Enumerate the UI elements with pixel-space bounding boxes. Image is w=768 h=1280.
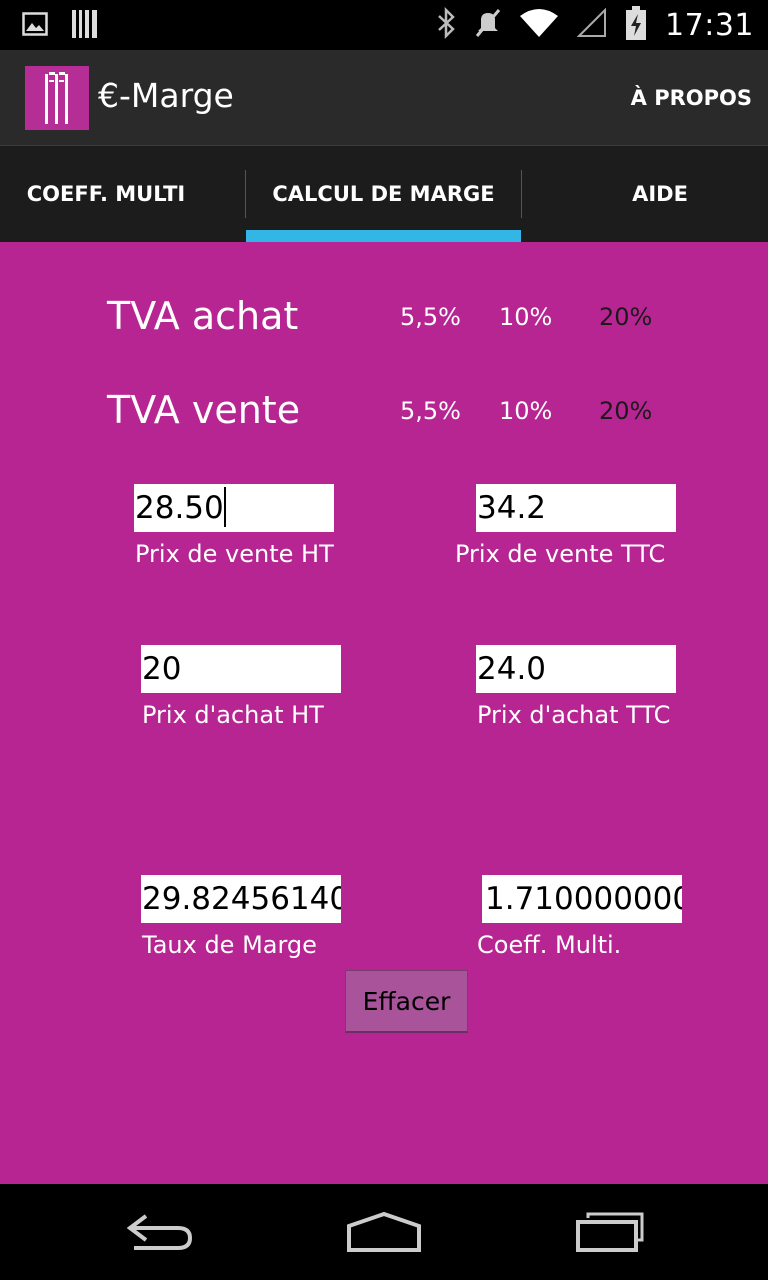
prix-achat-ht-label: Prix d'achat HT [142,701,324,729]
prix-vente-ht-label: Prix de vente HT [135,540,334,568]
recent-apps-icon[interactable] [574,1210,646,1259]
screen: 17:31 €-Marge À PROPOS COEFF. MULTI CALC… [0,0,768,1280]
image-notification-icon [22,12,48,41]
home-icon[interactable] [346,1210,422,1259]
app-title: €-Marge [98,76,234,115]
taux-de-marge-input[interactable]: 29.82456140 [141,875,341,923]
tva-vente-label: TVA vente [107,388,301,432]
prix-achat-ttc-label: Prix d'achat TTC [477,701,671,729]
tva-achat-rate-20[interactable]: 20% [599,303,652,331]
prix-vente-ht-input[interactable]: 28.50 [134,484,334,532]
prix-vente-ht-value: 28.50 [135,490,224,526]
selected-tab-indicator [246,230,521,242]
status-bar: 17:31 [0,0,768,50]
coeff-multi-input[interactable]: 1.710000000 [482,875,682,923]
prix-vente-ttc-label: Prix de vente TTC [455,540,666,568]
tva-vente-rate-5-5[interactable]: 5,5% [400,397,461,425]
clock: 17:31 [665,7,754,43]
tab-aide[interactable]: AIDE [555,146,765,242]
tva-achat-rate-5-5[interactable]: 5,5% [400,303,461,331]
tab-coeff-multi[interactable]: COEFF. MULTI [0,146,212,242]
tva-achat-label: TVA achat [107,294,299,338]
tab-bar: COEFF. MULTI CALCUL DE MARGE AIDE [0,146,768,242]
tva-achat-rate-10[interactable]: 10% [499,303,552,331]
navigation-bar [0,1184,768,1280]
about-button[interactable]: À PROPOS [631,86,752,110]
taux-de-marge-label: Taux de Marge [142,931,317,959]
app-logo-icon [25,66,89,130]
wifi-icon [519,8,559,43]
main-content: TVA achat 5,5% 10% 20% TVA vente 5,5% 10… [0,242,768,1184]
tab-calcul-de-marge[interactable]: CALCUL DE MARGE [246,146,521,242]
action-bar: €-Marge À PROPOS [0,50,768,146]
signal-icon [576,7,607,43]
coeff-multi-label: Coeff. Multi. [477,931,622,959]
tab-divider [521,170,522,218]
barcode-notification-icon [72,10,98,43]
back-icon[interactable] [124,1210,196,1259]
battery-charging-icon [625,5,647,45]
effacer-button[interactable]: Effacer [345,970,468,1033]
bluetooth-icon [437,6,457,44]
prix-vente-ttc-input[interactable]: 34.2 [476,484,676,532]
tva-vente-rate-10[interactable]: 10% [499,397,552,425]
tva-vente-rate-20[interactable]: 20% [599,397,652,425]
text-cursor [223,486,226,527]
muted-icon [475,8,501,43]
prix-achat-ttc-input[interactable]: 24.0 [476,645,676,693]
prix-achat-ht-input[interactable]: 20 [141,645,341,693]
